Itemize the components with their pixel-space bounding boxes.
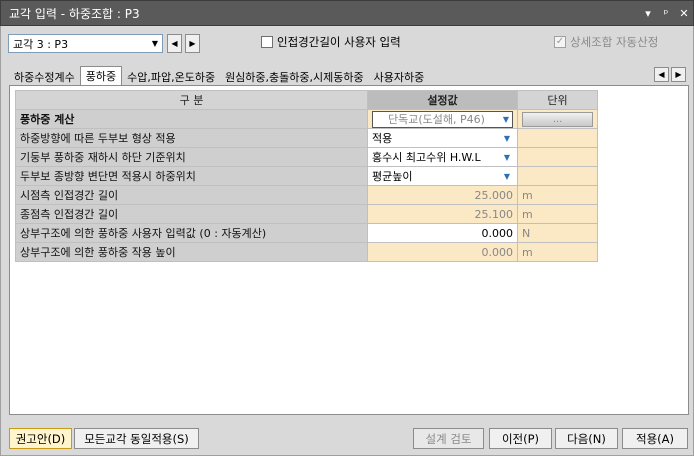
- table-row: 상부구조에 의한 풍하중 작용 높이 0.000 m: [15, 242, 598, 262]
- design-check-button[interactable]: 설계 검토: [413, 428, 484, 449]
- start-span-value: 25.000: [367, 185, 518, 205]
- shape-apply-dropdown[interactable]: 적용 ▼: [367, 128, 518, 148]
- unit-cell: [517, 147, 598, 167]
- chevron-down-icon: ▼: [502, 114, 510, 124]
- wind-height-value: 0.000: [367, 242, 518, 262]
- tab-user-load[interactable]: 사용자하중: [369, 68, 430, 85]
- row-label: 하중방향에 따른 두부보 형상 적용: [15, 128, 368, 148]
- unit-cell: m: [517, 185, 598, 205]
- header-item: 구 분: [15, 90, 368, 110]
- row-label: 종점측 인접경간 길이: [15, 204, 368, 224]
- base-position-dropdown[interactable]: 홍수시 최고수위 H.W.L ▼: [367, 147, 518, 167]
- main-panel: 교각 3 : P3 ▼ ◀ ▶ 인접경간길이 사용자 입력 ✓ 상세조합 자동산…: [0, 26, 694, 456]
- chevron-down-icon: ▼: [151, 39, 159, 48]
- tab-bar: 하중수정계수 풍하중 수압,파압,온도하중 원심하중,충돌하중,시제동하중 사용…: [9, 66, 429, 85]
- dropdown-frame: 평균높이 ▼: [372, 168, 513, 185]
- row-label: 기둥부 풍하중 재하시 하단 기준위치: [15, 147, 368, 167]
- table-row: 상부구조에 의한 풍하중 사용자 입력값 (0 : 자동계산) 0.000 N: [15, 223, 598, 243]
- dropdown-value: 적용: [372, 132, 393, 145]
- wind-load-grid: 구 분 설정값 단위 풍하중 계산 단독교(도설해, P46) ▼ ... 하중…: [15, 90, 598, 262]
- unit-cell: m: [517, 204, 598, 224]
- dropdown-value: 단독교(도설해, P46): [388, 113, 485, 126]
- row-label: 풍하중 계산: [15, 109, 368, 129]
- more-button[interactable]: ...: [522, 111, 593, 127]
- chevron-down-icon: ▼: [503, 152, 511, 162]
- triangle-left-icon: ◀: [171, 39, 178, 48]
- close-icon[interactable]: ✕: [675, 7, 693, 20]
- unit-cell: [517, 166, 598, 186]
- chevron-down-icon: ▼: [503, 133, 511, 143]
- prev-button[interactable]: 이전(P): [489, 428, 552, 449]
- table-row: 시점측 인접경간 길이 25.000 m: [15, 185, 598, 205]
- header-unit: 단위: [517, 90, 598, 110]
- tab-water-pressure[interactable]: 수압,파압,온도하중: [122, 68, 220, 85]
- dropdown-frame: 단독교(도설해, P46) ▼: [372, 110, 513, 128]
- row-label: 상부구조에 의한 풍하중 사용자 입력값 (0 : 자동계산): [15, 223, 368, 243]
- grid-header-row: 구 분 설정값 단위: [15, 90, 598, 110]
- window-title: 교각 입력 - 하중조합 : P3: [9, 6, 140, 21]
- chevron-down-icon: ▼: [503, 171, 511, 181]
- dropdown-value: 평균높이: [372, 170, 413, 183]
- unit-cell: N: [517, 223, 598, 243]
- triangle-right-icon: ▶: [189, 39, 196, 48]
- title-bar: 교각 입력 - 하중조합 : P3 ▾ ᵖ ✕: [0, 0, 694, 26]
- apply-all-button[interactable]: 모든교각 동일적용(S): [74, 428, 199, 449]
- triangle-left-icon: ◀: [658, 70, 665, 79]
- dropdown-icon[interactable]: ▾: [639, 7, 657, 20]
- header-setting: 설정값: [367, 90, 518, 110]
- wind-calc-dropdown[interactable]: 단독교(도설해, P46) ▼: [367, 109, 518, 129]
- tab-centrifugal[interactable]: 원심하중,충돌하중,시제동하중: [220, 68, 369, 85]
- apply-button[interactable]: 적용(A): [622, 428, 688, 449]
- table-row: 두부보 종방향 변단면 적용시 하중위치 평균높이 ▼: [15, 166, 598, 186]
- next-pier-button[interactable]: ▶: [185, 34, 200, 53]
- unit-cell: m: [517, 242, 598, 262]
- pier-select-value: 교각 3 : P3: [13, 37, 69, 51]
- dropdown-frame: 적용 ▼: [372, 130, 513, 147]
- dropdown-frame: 홍수시 최고수위 H.W.L ▼: [372, 149, 513, 166]
- auto-combination-label: 상세조합 자동산정: [570, 35, 659, 49]
- adjacent-span-label: 인접경간길이 사용자 입력: [277, 35, 401, 49]
- unit-cell: [517, 128, 598, 148]
- table-row: 하중방향에 따른 두부보 형상 적용 적용 ▼: [15, 128, 598, 148]
- dropdown-value: 홍수시 최고수위 H.W.L: [372, 151, 481, 164]
- adjacent-span-checkbox[interactable]: 인접경간길이 사용자 입력: [261, 34, 401, 50]
- prev-pier-button[interactable]: ◀: [167, 34, 182, 53]
- tab-scroll-right[interactable]: ▶: [671, 67, 686, 82]
- row-label: 두부보 종방향 변단면 적용시 하중위치: [15, 166, 368, 186]
- unit-cell: ...: [517, 109, 598, 129]
- tab-wind-load[interactable]: 풍하중: [79, 66, 123, 85]
- recommend-button[interactable]: 권고안(D): [9, 428, 72, 449]
- user-wind-load-input[interactable]: 0.000: [367, 223, 518, 243]
- table-row: 풍하중 계산 단독교(도설해, P46) ▼ ...: [15, 109, 598, 129]
- load-position-dropdown[interactable]: 평균높이 ▼: [367, 166, 518, 186]
- check-icon: ✓: [554, 36, 566, 48]
- row-label: 상부구조에 의한 풍하중 작용 높이: [15, 242, 368, 262]
- triangle-right-icon: ▶: [675, 70, 682, 79]
- tab-content: 구 분 설정값 단위 풍하중 계산 단독교(도설해, P46) ▼ ... 하중…: [9, 85, 689, 415]
- tab-scroll-left[interactable]: ◀: [654, 67, 669, 82]
- table-row: 기둥부 풍하중 재하시 하단 기준위치 홍수시 최고수위 H.W.L ▼: [15, 147, 598, 167]
- auto-combination-checkbox[interactable]: ✓ 상세조합 자동산정: [554, 34, 658, 50]
- pier-select[interactable]: 교각 3 : P3 ▼: [8, 34, 163, 53]
- row-label: 시점측 인접경간 길이: [15, 185, 368, 205]
- pin-icon[interactable]: ᵖ: [657, 7, 675, 20]
- table-row: 종점측 인접경간 길이 25.100 m: [15, 204, 598, 224]
- next-button[interactable]: 다음(N): [555, 428, 618, 449]
- tab-load-factor[interactable]: 하중수정계수: [9, 68, 80, 85]
- end-span-value: 25.100: [367, 204, 518, 224]
- checkbox-box: [261, 36, 273, 48]
